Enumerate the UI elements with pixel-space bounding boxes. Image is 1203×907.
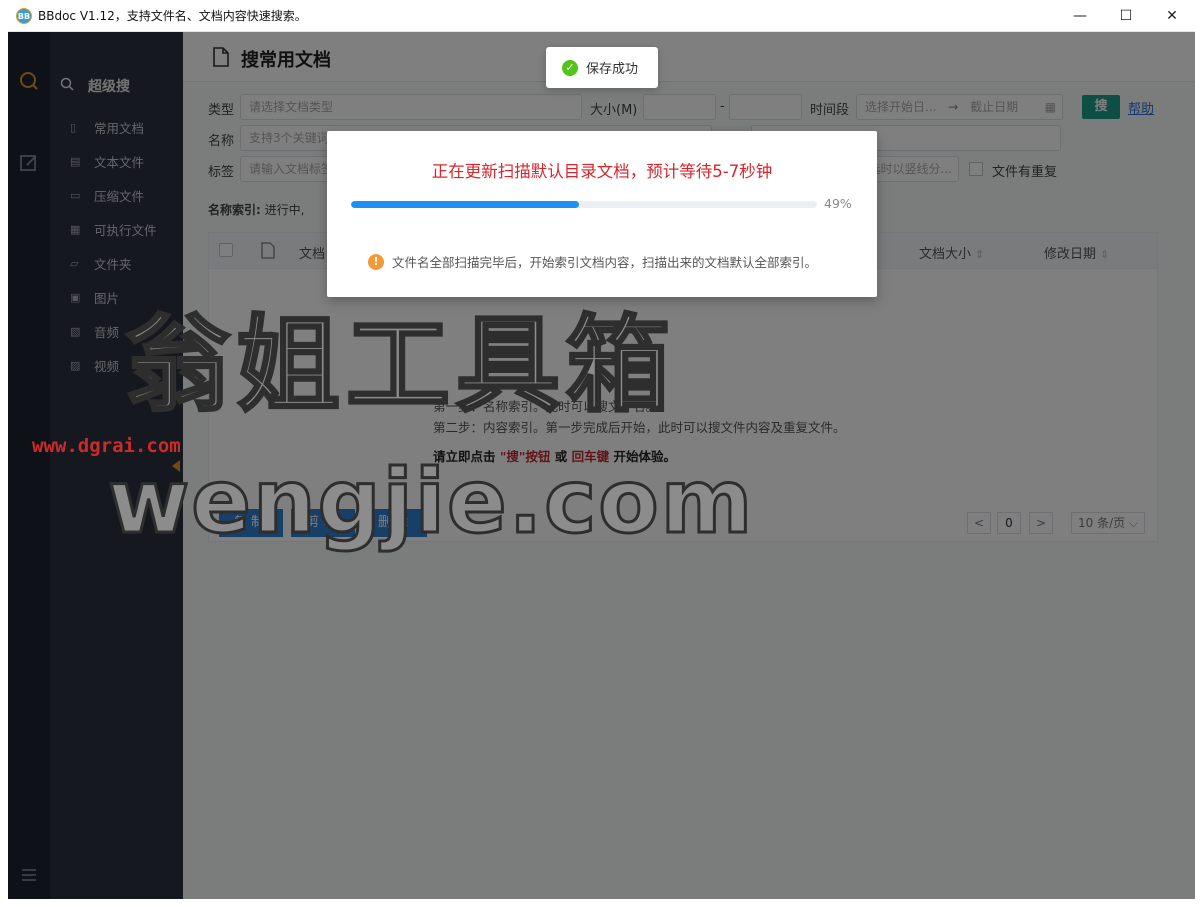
toast-text: 保存成功 bbox=[586, 62, 639, 77]
dialog-info: ! 文件名全部扫描完毕后，开始索引文档内容，扫描出来的文档默认全部索引。 bbox=[368, 252, 817, 271]
window-title: BBdoc V1.12，支持文件名、文档内容快速搜索。 bbox=[38, 9, 307, 23]
dialog-title: 正在更新扫描默认目录文档，预计等待5-7秒钟 bbox=[431, 162, 773, 181]
scan-progress-dialog: 正在更新扫描默认目录文档，预计等待5-7秒钟 49% ! 文件名全部扫描完毕后，… bbox=[327, 131, 877, 297]
minimize-button[interactable]: — bbox=[1057, 0, 1103, 32]
progress-fill bbox=[351, 201, 580, 208]
progress-bar bbox=[351, 201, 817, 208]
maximize-button[interactable]: ☐ bbox=[1103, 0, 1149, 32]
app-body: 超级搜 ▯常用文档 ▤文本文件 ▭压缩文件 ▦可执行文件 ▱文件夹 ▣图片 ▧音… bbox=[8, 32, 1195, 899]
watermark-title: 翁姐工具箱 bbox=[124, 303, 677, 428]
dialog-info-text: 文件名全部扫描完毕后，开始索引文档内容，扫描出来的文档默认全部索引。 bbox=[392, 255, 818, 270]
window-titlebar: BB BBdoc V1.12，支持文件名、文档内容快速搜索。 — ☐ ✕ bbox=[8, 0, 1195, 32]
app-logo-icon: BB bbox=[16, 7, 32, 24]
warning-icon: ! bbox=[368, 253, 384, 270]
success-toast: ✓ 保存成功 bbox=[546, 47, 658, 88]
progress-percent: 49% bbox=[824, 196, 852, 211]
watermark-domain: wengjie.com bbox=[106, 449, 755, 555]
close-button[interactable]: ✕ bbox=[1149, 0, 1195, 32]
check-circle-icon: ✓ bbox=[562, 59, 578, 76]
